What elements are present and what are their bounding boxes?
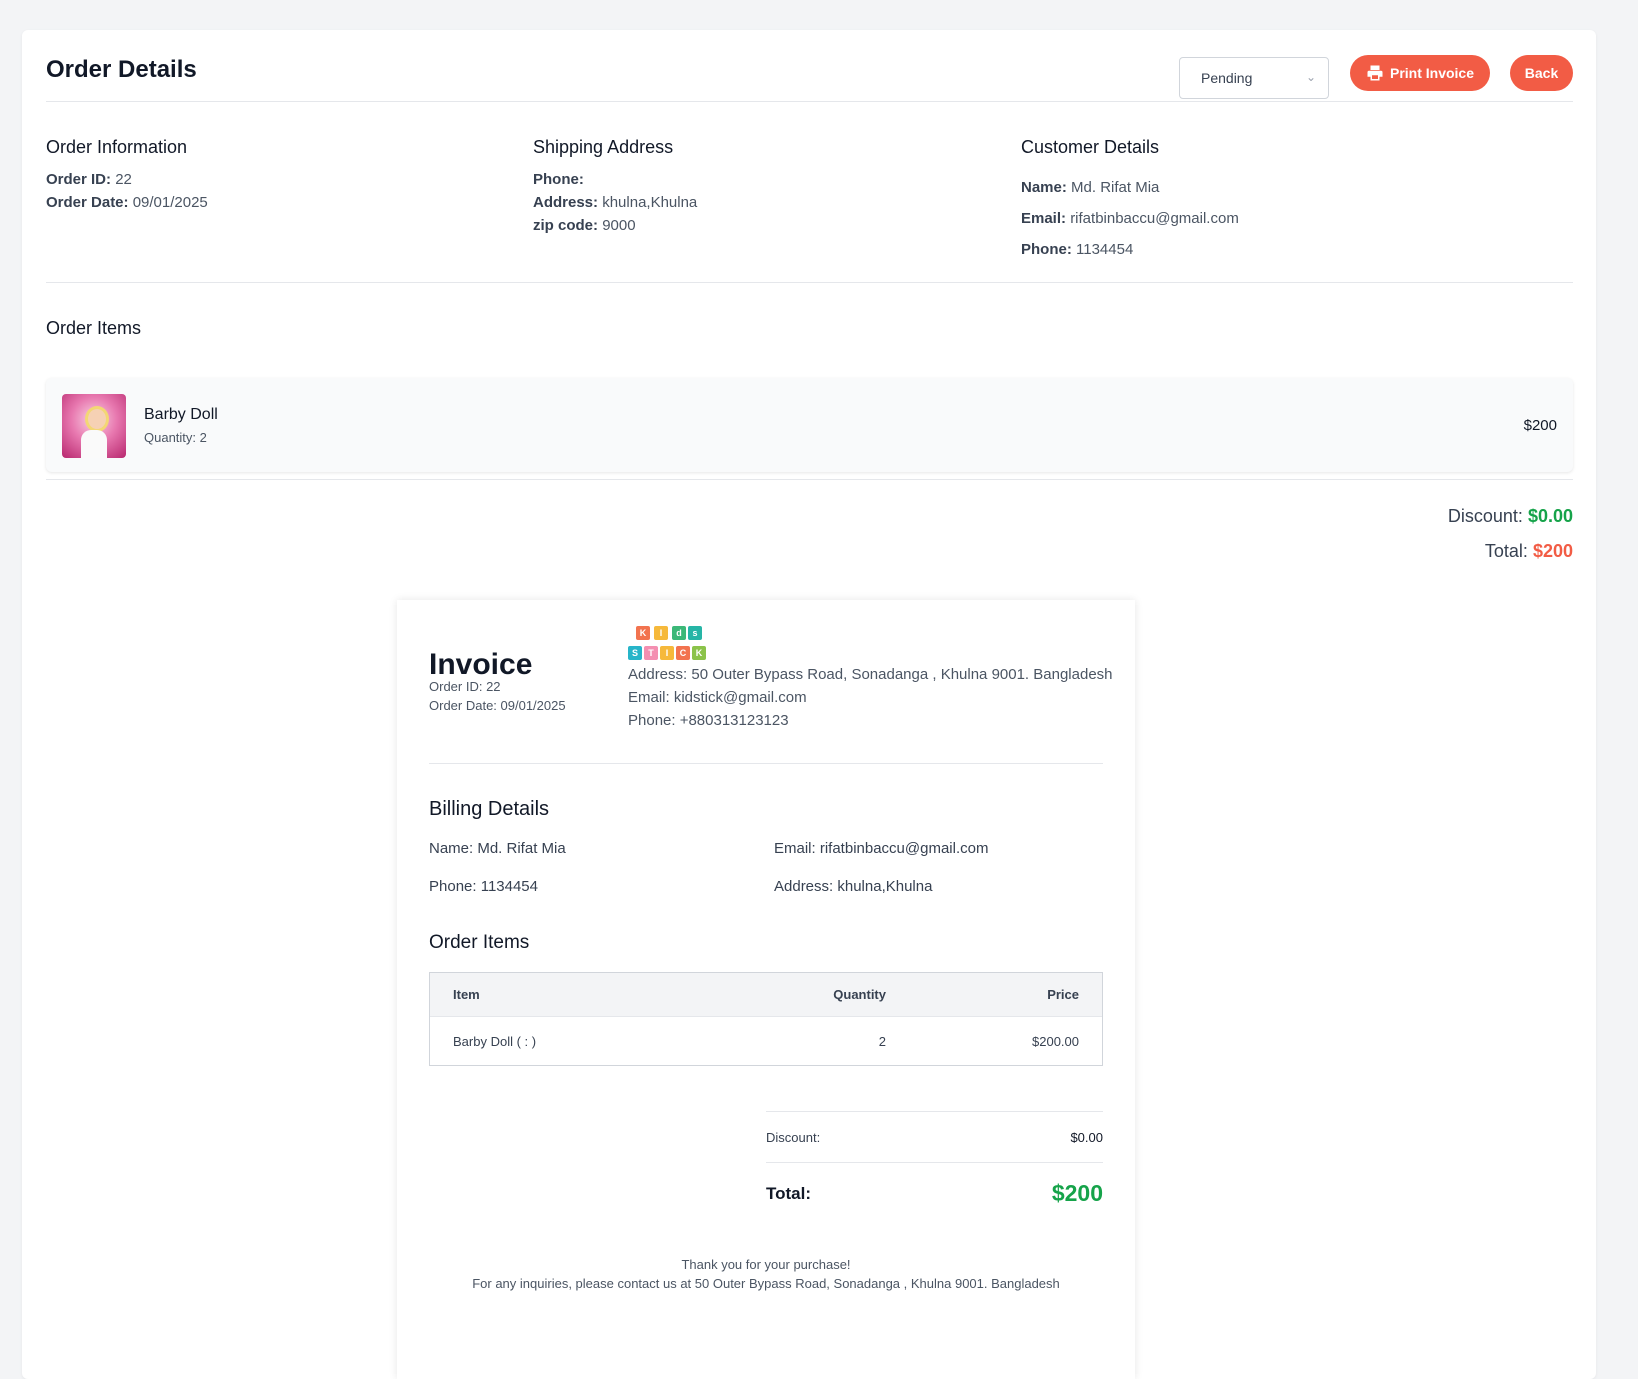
company-address: Address: 50 Outer Bypass Road, Sonadanga…	[628, 666, 1113, 683]
table-cell-item: Barby Doll ( : )	[453, 1034, 537, 1049]
order-date-line: Order Date: 09/01/2025	[46, 194, 208, 211]
kidstick-logo: K I d s S T I C K	[628, 626, 708, 664]
invoice-items-table: Item Quantity Price Barby Doll ( : ) 2 $…	[429, 972, 1103, 1066]
billing-details-title: Billing Details	[429, 798, 550, 820]
table-cell-price: $200.00	[1032, 1034, 1079, 1049]
company-email: Email: kidstick@gmail.com	[628, 689, 807, 706]
invoice-contact-note: For any inquiries, please contact us at …	[472, 1276, 1060, 1291]
item-name: Barby Doll	[144, 406, 218, 423]
invoice-order-date: Order Date: 09/01/2025	[429, 698, 566, 713]
customer-email-line: Email: rifatbinbaccu@gmail.com	[1021, 210, 1239, 227]
invoice-discount-label: Discount:	[766, 1130, 821, 1145]
billing-phone: Phone: 1134454	[429, 878, 538, 895]
print-invoice-button[interactable]: Print Invoice	[1350, 55, 1490, 91]
page-title: Order Details	[46, 56, 197, 83]
order-id-line: Order ID: 22	[46, 171, 132, 188]
totals-top-divider	[766, 1111, 1103, 1112]
status-select-value: Pending	[1201, 70, 1253, 86]
company-phone: Phone: +880313123123	[628, 712, 789, 729]
customer-name-line: Name: Md. Rifat Mia	[1021, 179, 1160, 196]
column-header-price: Price	[1047, 987, 1079, 1002]
invoice-order-id: Order ID: 22	[429, 679, 501, 694]
shipping-address-line: Address: khulna,Khulna	[533, 194, 698, 211]
invoice-order-items-title: Order Items	[429, 932, 530, 953]
customer-details-title: Customer Details	[1021, 137, 1160, 157]
status-select[interactable]: Pending ⌄	[1179, 57, 1329, 99]
totals-middle-divider	[766, 1162, 1103, 1163]
order-item-row: Barby Doll Quantity: 2 $200	[46, 378, 1573, 472]
product-image	[62, 394, 126, 458]
order-information-title: Order Information	[46, 137, 188, 157]
item-price: $200	[1523, 417, 1557, 434]
invoice-title: Invoice	[429, 648, 533, 681]
customer-phone-line: Phone: 1134454	[1021, 241, 1134, 258]
column-header-quantity: Quantity	[833, 987, 886, 1002]
column-header-item: Item	[453, 987, 480, 1002]
billing-email: Email: rifatbinbaccu@gmail.com	[774, 840, 989, 857]
header-divider	[46, 101, 1573, 102]
printer-icon	[1367, 65, 1383, 81]
invoice-thank-you: Thank you for your purchase!	[681, 1257, 851, 1272]
shipping-zip-line: zip code: 9000	[533, 217, 636, 234]
back-button[interactable]: Back	[1510, 55, 1573, 91]
discount-summary: Discount: $0.00	[1447, 506, 1573, 526]
item-quantity: Quantity: 2	[144, 430, 207, 445]
items-divider	[46, 479, 1573, 480]
shipping-address-title: Shipping Address	[533, 137, 674, 157]
invoice-discount-value: $0.00	[1070, 1130, 1103, 1145]
invoice-preview: Invoice Order ID: 22 Order Date: 09/01/2…	[397, 600, 1135, 1379]
table-cell-quantity: 2	[878, 1034, 886, 1049]
page-scrollbar-track[interactable]	[1598, 0, 1638, 1379]
invoice-header-divider	[429, 763, 1103, 764]
invoice-total-value: $200	[1051, 1180, 1103, 1206]
billing-address: Address: khulna,Khulna	[774, 878, 933, 895]
shipping-phone-line: Phone:	[533, 171, 584, 188]
order-items-title: Order Items	[46, 318, 142, 338]
invoice-total-label: Total:	[766, 1184, 812, 1203]
chevron-down-icon: ⌄	[1305, 70, 1316, 84]
print-invoice-label: Print Invoice	[1389, 65, 1475, 81]
info-divider	[46, 282, 1573, 283]
total-summary: Total: $200	[1484, 541, 1573, 561]
billing-name: Name: Md. Rifat Mia	[429, 840, 566, 857]
table-header: Item Quantity Price	[430, 973, 1102, 1017]
